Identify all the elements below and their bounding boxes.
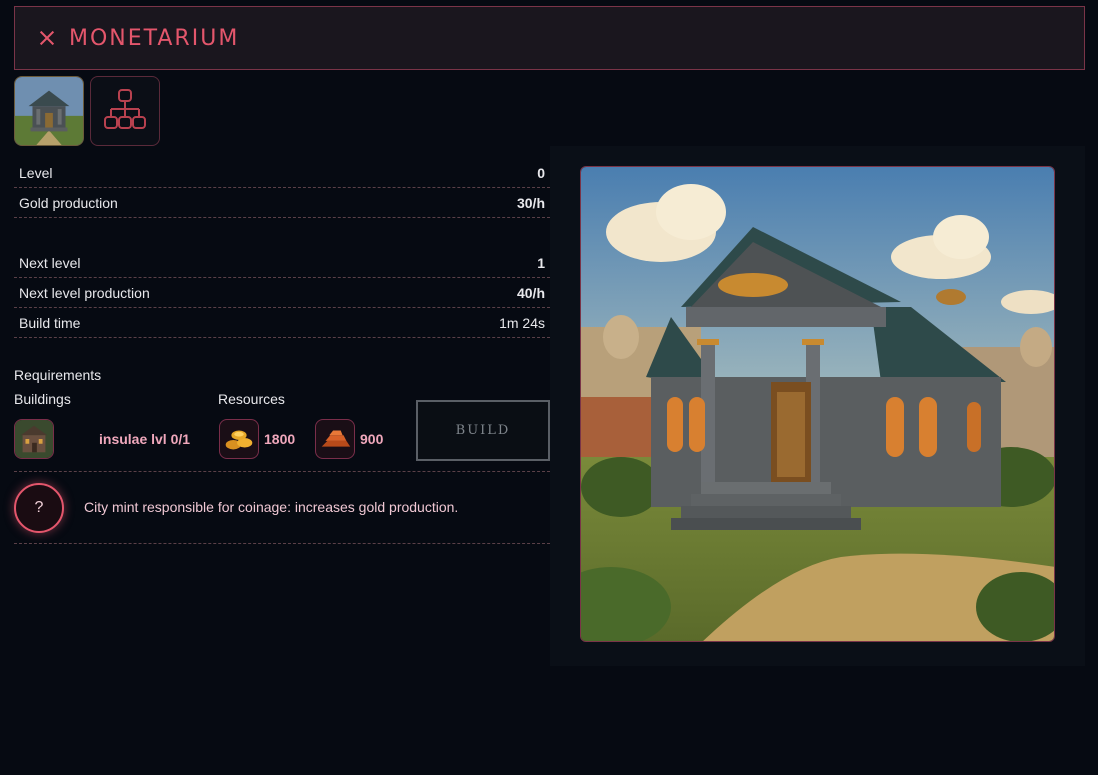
stat-row-build-time: Build time 1m 24s bbox=[14, 308, 550, 338]
requirements-heading: Requirements bbox=[14, 367, 102, 383]
tab-bar bbox=[14, 76, 160, 146]
level-value: 0 bbox=[537, 164, 545, 181]
gold-amount: 1800 bbox=[264, 431, 296, 447]
stat-row-next-level-production: Next level production 40/h bbox=[14, 278, 550, 308]
divider bbox=[14, 543, 550, 544]
insulae-requirement-text: insulae lvl 0/1 bbox=[99, 431, 191, 447]
stat-row-next-level: Next level 1 bbox=[14, 248, 550, 278]
hierarchy-icon bbox=[104, 89, 146, 129]
page-title: MONETARIUM bbox=[69, 25, 240, 51]
tab-tech-tree[interactable] bbox=[90, 76, 160, 146]
gold-production-label: Gold production bbox=[19, 194, 118, 211]
build-time-value: 1m 24s bbox=[499, 314, 545, 331]
stat-row-level: Level 0 bbox=[14, 158, 550, 188]
next-level-production-value: 40/h bbox=[516, 284, 545, 301]
gold-coins-icon bbox=[219, 419, 259, 459]
resources-label: Resources bbox=[218, 391, 285, 407]
close-icon[interactable] bbox=[37, 28, 57, 48]
building-thumbnail-icon bbox=[15, 77, 83, 145]
title-bar: MONETARIUM bbox=[14, 6, 1085, 70]
next-level-value: 1 bbox=[537, 254, 545, 271]
buildings-label: Buildings bbox=[14, 391, 71, 407]
level-label: Level bbox=[19, 164, 53, 181]
divider bbox=[14, 471, 550, 472]
help-icon[interactable]: ? bbox=[14, 483, 64, 533]
copper-ingots-icon bbox=[315, 419, 355, 459]
insulae-building-icon[interactable] bbox=[14, 419, 54, 459]
copper-amount: 900 bbox=[360, 431, 384, 447]
next-level-production-label: Next level production bbox=[19, 284, 150, 301]
stat-row-gold-production: Gold production 30/h bbox=[14, 188, 550, 218]
stats-table: Level 0 Gold production 30/h Next level … bbox=[14, 158, 550, 338]
next-level-label: Next level bbox=[19, 254, 81, 271]
build-button[interactable]: BUILD bbox=[416, 400, 550, 461]
build-time-label: Build time bbox=[19, 314, 81, 331]
tab-building-image[interactable] bbox=[14, 76, 84, 146]
building-description: City mint responsible for coinage: incre… bbox=[84, 499, 459, 515]
gold-production-value: 30/h bbox=[516, 194, 545, 211]
building-image-panel bbox=[550, 146, 1085, 666]
building-illustration bbox=[580, 166, 1055, 642]
